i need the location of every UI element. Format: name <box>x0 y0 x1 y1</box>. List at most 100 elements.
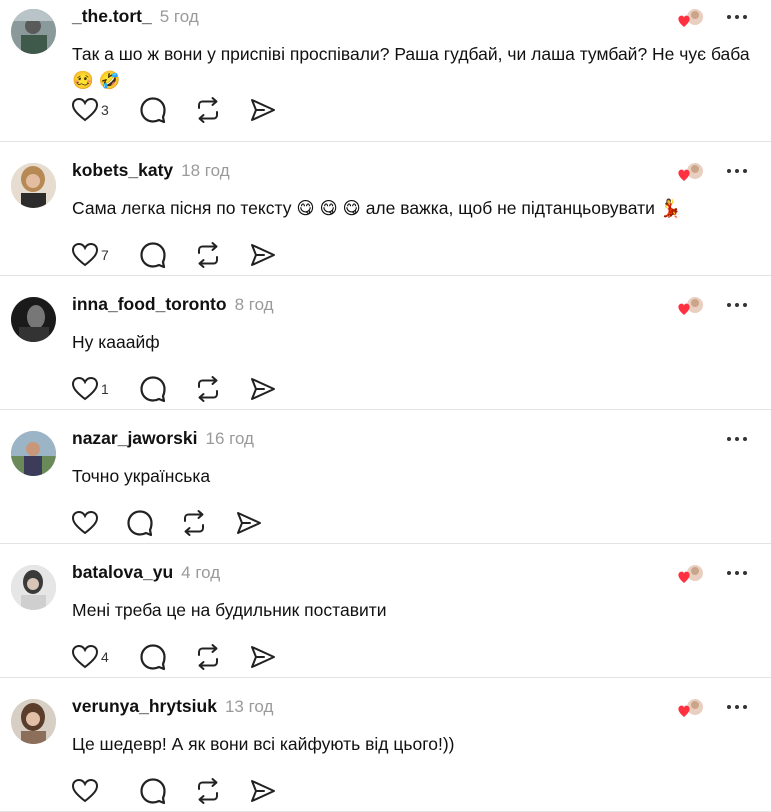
more-icon[interactable] <box>724 158 750 184</box>
comment-icon <box>140 97 166 124</box>
send-icon <box>251 378 275 400</box>
like-button[interactable] <box>70 776 100 806</box>
comment-text: Сама легка пісня по тексту 😋 😋 😋 але важ… <box>72 198 682 218</box>
heart-icon <box>71 97 99 122</box>
username[interactable]: batalova_yu <box>72 562 173 582</box>
share-button[interactable] <box>248 374 278 404</box>
repost-button[interactable] <box>193 240 223 270</box>
heart-icon <box>71 510 99 535</box>
avatar[interactable] <box>11 9 56 54</box>
heart-icon <box>71 778 99 803</box>
repost-icon <box>198 242 218 268</box>
repost-icon <box>184 510 204 536</box>
heart-icon <box>71 644 99 669</box>
comment-post: kobets_katy 18 год Сама легка пісня по те… <box>0 142 771 276</box>
like-count: 3 <box>101 102 109 118</box>
heart-icon <box>71 242 99 267</box>
repost-button[interactable] <box>193 374 223 404</box>
comment-header: verunya_hrytsiuk 13 год <box>72 696 273 717</box>
like-button[interactable]: 4 <box>70 642 109 672</box>
heart-icon <box>71 376 99 401</box>
comment-post: nazar_jaworski 16 год Точно українська <box>0 410 771 544</box>
comment-post: verunya_hrytsiuk 13 год Це шедевр! А як в… <box>0 678 771 812</box>
repost-icon <box>198 644 218 670</box>
timestamp[interactable]: 8 год <box>235 295 274 314</box>
more-icon[interactable] <box>724 292 750 318</box>
send-icon <box>251 780 275 802</box>
username[interactable]: _the.tort_ <box>72 6 152 26</box>
reply-button[interactable] <box>138 374 168 404</box>
avatar[interactable] <box>11 163 56 208</box>
repost-button[interactable] <box>179 508 209 538</box>
comment-header: kobets_katy 18 год <box>72 160 230 181</box>
comment-post: batalova_yu 4 год Мені треба це на будиль… <box>0 544 771 678</box>
comment-header: nazar_jaworski 16 год <box>72 428 254 449</box>
send-icon <box>251 244 275 266</box>
repost-icon <box>198 376 218 402</box>
reply-button[interactable] <box>138 95 168 125</box>
like-button[interactable] <box>70 508 100 538</box>
timestamp[interactable]: 4 год <box>181 563 220 582</box>
like-button[interactable]: 3 <box>70 95 109 125</box>
like-button[interactable]: 1 <box>70 374 109 404</box>
reply-button[interactable] <box>125 508 155 538</box>
avatar[interactable] <box>11 431 56 476</box>
avatar[interactable] <box>11 297 56 342</box>
repost-button[interactable] <box>193 642 223 672</box>
comment-header: inna_food_toronto 8 год <box>72 294 274 315</box>
emoji: 💃 <box>659 198 682 218</box>
timestamp[interactable]: 18 год <box>181 161 229 180</box>
repost-button[interactable] <box>193 95 223 125</box>
more-icon[interactable] <box>724 560 750 586</box>
username[interactable]: nazar_jaworski <box>72 428 197 448</box>
avatar[interactable] <box>11 699 56 744</box>
author-liked-badge <box>676 295 704 317</box>
emoji: 😋 😋 😋 <box>296 198 361 218</box>
timestamp[interactable]: 13 год <box>225 697 273 716</box>
send-icon <box>251 646 275 668</box>
comment-icon <box>127 510 153 537</box>
repost-icon <box>198 97 218 123</box>
comment-text: Так а шо ж вони у приспіві проспівали? Р… <box>72 44 750 90</box>
avatar[interactable] <box>11 565 56 610</box>
comment-header: batalova_yu 4 год <box>72 562 220 583</box>
share-button[interactable] <box>248 776 278 806</box>
author-liked-badge <box>676 7 704 29</box>
reply-button[interactable] <box>138 642 168 672</box>
comment-icon <box>140 644 166 671</box>
comment-text: Точно українська <box>72 466 211 486</box>
share-button[interactable] <box>234 508 264 538</box>
like-count: 7 <box>101 247 109 263</box>
comments-feed: _the.tort_ 5 год Так а шо ж вони у приспі… <box>0 0 771 812</box>
comment-header: _the.tort_ 5 год <box>72 6 199 27</box>
author-liked-badge <box>676 563 704 585</box>
comment-post: _the.tort_ 5 год Так а шо ж вони у приспі… <box>0 0 771 142</box>
comment-text: Мені треба це на будильник поставити <box>72 600 387 620</box>
like-button[interactable]: 7 <box>70 240 109 270</box>
username[interactable]: kobets_katy <box>72 160 173 180</box>
reply-button[interactable] <box>138 240 168 270</box>
more-icon[interactable] <box>724 4 750 30</box>
share-button[interactable] <box>248 642 278 672</box>
timestamp[interactable]: 5 год <box>160 7 199 26</box>
send-icon <box>237 512 261 534</box>
username[interactable]: verunya_hrytsiuk <box>72 696 217 716</box>
comment-text: Ну кааайф <box>72 332 160 352</box>
more-icon[interactable] <box>724 426 750 452</box>
comment-icon <box>140 778 166 805</box>
comment-icon <box>140 376 166 403</box>
comment-icon <box>140 242 166 269</box>
more-icon[interactable] <box>724 694 750 720</box>
share-button[interactable] <box>248 95 278 125</box>
username[interactable]: inna_food_toronto <box>72 294 227 314</box>
repost-button[interactable] <box>193 776 223 806</box>
timestamp[interactable]: 16 год <box>205 429 253 448</box>
share-button[interactable] <box>248 240 278 270</box>
repost-icon <box>198 778 218 804</box>
emoji: 🥴 🤣 <box>72 70 121 90</box>
send-icon <box>251 99 275 121</box>
author-liked-badge <box>676 697 704 719</box>
like-count: 4 <box>101 649 109 665</box>
comment-text: Це шедевр! А як вони всі кайфують від ць… <box>72 734 455 754</box>
reply-button[interactable] <box>138 776 168 806</box>
